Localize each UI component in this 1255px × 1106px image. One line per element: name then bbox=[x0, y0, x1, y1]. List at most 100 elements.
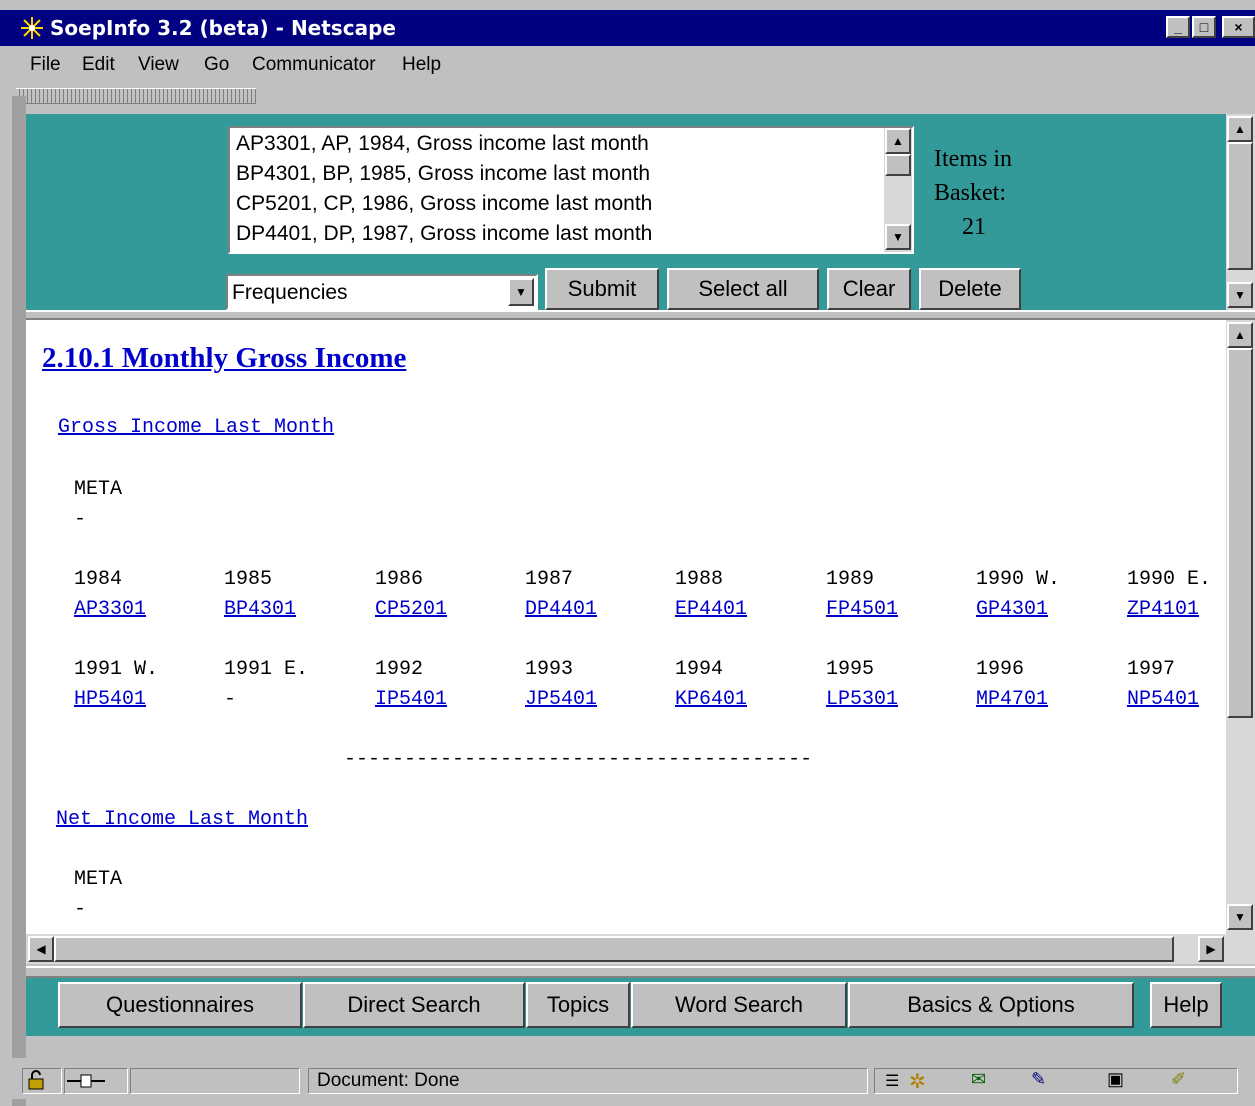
variable-link-mp4701[interactable]: MP4701 bbox=[976, 688, 1048, 711]
basket-count-panel: Items in Basket: 21 bbox=[934, 142, 1012, 244]
scroll-thumb[interactable] bbox=[1227, 142, 1253, 270]
security-lock-icon[interactable] bbox=[22, 1068, 62, 1094]
variable-missing: - bbox=[224, 688, 237, 711]
meta-value: - bbox=[74, 898, 87, 921]
scroll-down-icon[interactable]: ▼ bbox=[885, 224, 911, 250]
top-frame-scrollbar[interactable]: ▲ ▼ bbox=[1226, 114, 1255, 310]
variable-link-kp6401[interactable]: KP6401 bbox=[675, 688, 747, 711]
topics-button[interactable]: Topics bbox=[526, 982, 630, 1028]
menu-go[interactable]: Go bbox=[204, 54, 229, 76]
listbox-scrollbar[interactable]: ▲ ▼ bbox=[884, 128, 912, 252]
frame-divider[interactable] bbox=[26, 966, 1255, 978]
close-button[interactable]: × bbox=[1222, 16, 1255, 38]
variable-link-np5401[interactable]: NP5401 bbox=[1127, 688, 1199, 711]
select-all-button[interactable]: Select all bbox=[667, 268, 819, 310]
navigator-icon[interactable]: ✲ bbox=[909, 1069, 926, 1094]
title-bar: SoepInfo 3.2 (beta) - Netscape _ □ × bbox=[0, 10, 1255, 46]
year-label: 1988 bbox=[675, 568, 724, 591]
maximize-button[interactable]: □ bbox=[1192, 16, 1216, 38]
scroll-left-icon[interactable]: ◀ bbox=[28, 936, 54, 962]
direct-search-button[interactable]: Direct Search bbox=[303, 982, 525, 1028]
variable-link-zp4101[interactable]: ZP4101 bbox=[1127, 598, 1199, 621]
list-item[interactable]: DP4401, DP, 1987, Gross income last mont… bbox=[236, 222, 652, 246]
year-label: 1990 W. bbox=[976, 568, 1061, 591]
mailbox-icon[interactable]: ✉ bbox=[971, 1069, 986, 1090]
year-label: 1991 E. bbox=[224, 658, 309, 681]
chevron-down-icon[interactable]: ▼ bbox=[508, 278, 534, 306]
variable-link-bp4301[interactable]: BP4301 bbox=[224, 598, 296, 621]
list-item[interactable]: CP5201, CP, 1986, Gross income last mont… bbox=[236, 192, 652, 216]
scroll-up-icon[interactable]: ▲ bbox=[1227, 116, 1253, 142]
scroll-down-icon[interactable]: ▼ bbox=[1227, 904, 1253, 930]
gross-income-link[interactable]: Gross Income Last Month bbox=[58, 416, 334, 439]
variable-link-ap3301[interactable]: AP3301 bbox=[74, 598, 146, 621]
composer-icon[interactable]: ▣ bbox=[1107, 1069, 1124, 1090]
discussion-icon[interactable]: ✎ bbox=[1031, 1069, 1046, 1090]
list-item[interactable]: BP4301, BP, 1985, Gross income last mont… bbox=[236, 162, 650, 186]
year-label: 1995 bbox=[826, 658, 875, 681]
year-label: 1987 bbox=[525, 568, 574, 591]
net-income-link[interactable]: Net Income Last Month bbox=[56, 808, 308, 831]
analysis-select[interactable]: Frequencies ▼ bbox=[226, 274, 538, 310]
content-scrollbar[interactable]: ▲ ▼ bbox=[1226, 320, 1255, 934]
frame-left-edge bbox=[12, 96, 26, 1106]
component-bar-handle-icon[interactable]: ☰ bbox=[885, 1071, 899, 1091]
menu-file[interactable]: File bbox=[30, 54, 61, 76]
basket-label-2: Basket: bbox=[934, 180, 1006, 206]
frame-divider[interactable] bbox=[26, 310, 1255, 320]
basket-count: 21 bbox=[962, 214, 986, 240]
menu-view[interactable]: View bbox=[138, 54, 179, 76]
year-label: 1989 bbox=[826, 568, 875, 591]
menu-help[interactable]: Help bbox=[402, 54, 441, 76]
scroll-thumb[interactable] bbox=[885, 154, 911, 176]
word-search-button[interactable]: Word Search bbox=[631, 982, 847, 1028]
scroll-up-icon[interactable]: ▲ bbox=[1227, 322, 1253, 348]
scroll-thumb[interactable] bbox=[54, 936, 1174, 962]
scroll-right-icon[interactable]: ▶ bbox=[1198, 936, 1224, 962]
basket-listbox[interactable]: AP3301, AP, 1984, Gross income last mont… bbox=[228, 126, 914, 254]
year-label: 1993 bbox=[525, 658, 574, 681]
menu-communicator[interactable]: Communicator bbox=[252, 54, 376, 76]
component-bar: ☰ ✲ ✉ ✎ ▣ ✐ bbox=[874, 1068, 1238, 1094]
list-item[interactable]: AP3301, AP, 1984, Gross income last mont… bbox=[236, 132, 649, 156]
variable-link-dp4401[interactable]: DP4401 bbox=[525, 598, 597, 621]
year-label: 1984 bbox=[74, 568, 123, 591]
conference-icon[interactable]: ✐ bbox=[1171, 1069, 1186, 1090]
scroll-thumb[interactable] bbox=[1227, 348, 1253, 718]
window-title: SoepInfo 3.2 (beta) - Netscape bbox=[50, 16, 396, 40]
menu-edit[interactable]: Edit bbox=[82, 54, 115, 76]
content-hscrollbar[interactable]: ◀ ▶ bbox=[26, 934, 1255, 964]
variable-link-gp4301[interactable]: GP4301 bbox=[976, 598, 1048, 621]
year-label: 1992 bbox=[375, 658, 424, 681]
year-label: 1996 bbox=[976, 658, 1025, 681]
variable-link-ip5401[interactable]: IP5401 bbox=[375, 688, 447, 711]
variable-link-cp5201[interactable]: CP5201 bbox=[375, 598, 447, 621]
content-frame: 2.10.1 Monthly Gross Income Gross Income… bbox=[26, 320, 1226, 934]
collapsed-toolbar-tabs[interactable] bbox=[16, 88, 256, 104]
netscape-logo-icon bbox=[20, 16, 44, 40]
variable-link-lp5301[interactable]: LP5301 bbox=[826, 688, 898, 711]
section-heading[interactable]: 2.10.1 Monthly Gross Income bbox=[42, 342, 406, 375]
meta-value: - bbox=[74, 508, 87, 531]
questionnaires-button[interactable]: Questionnaires bbox=[58, 982, 302, 1028]
basket-label: Items in bbox=[934, 146, 1012, 172]
year-label: 1990 E. bbox=[1127, 568, 1212, 591]
help-button[interactable]: Help bbox=[1150, 982, 1222, 1028]
basics-options-button[interactable]: Basics & Options bbox=[848, 982, 1134, 1028]
variable-link-hp5401[interactable]: HP5401 bbox=[74, 688, 146, 711]
scroll-up-icon[interactable]: ▲ bbox=[885, 128, 911, 154]
status-text: Document: Done bbox=[308, 1068, 868, 1094]
variable-link-ep4401[interactable]: EP4401 bbox=[675, 598, 747, 621]
delete-button[interactable]: Delete bbox=[919, 268, 1021, 310]
year-label: 1994 bbox=[675, 658, 724, 681]
clear-button[interactable]: Clear bbox=[827, 268, 911, 310]
scroll-down-icon[interactable]: ▼ bbox=[1227, 282, 1253, 308]
year-label: 1986 bbox=[375, 568, 424, 591]
minimize-button[interactable]: _ bbox=[1166, 16, 1190, 38]
variable-link-fp4501[interactable]: FP4501 bbox=[826, 598, 898, 621]
variable-link-jp5401[interactable]: JP5401 bbox=[525, 688, 597, 711]
submit-button[interactable]: Submit bbox=[545, 268, 659, 310]
year-label: 1985 bbox=[224, 568, 273, 591]
year-label: 1997 bbox=[1127, 658, 1176, 681]
separator-line: --------------------------------------- bbox=[344, 748, 813, 771]
